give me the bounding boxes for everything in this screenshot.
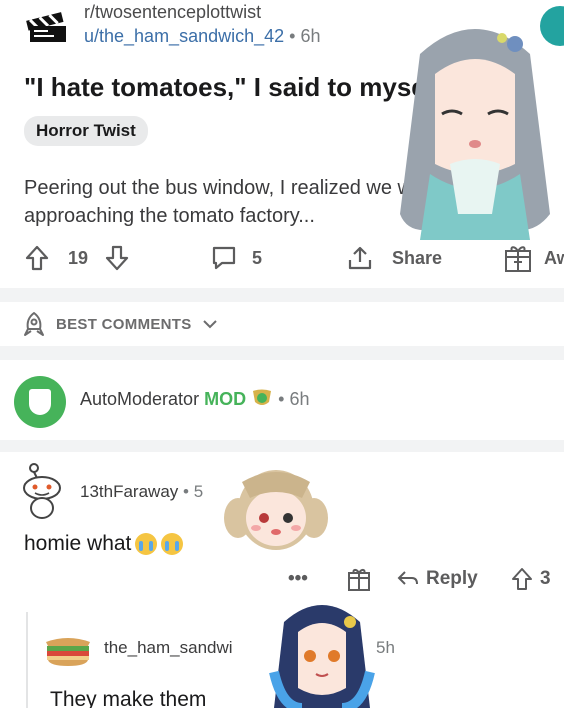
sandwich-avatar-icon[interactable] — [42, 634, 94, 668]
comment-header: 13thFaraway • 5 — [80, 482, 203, 502]
sort-comments-button[interactable]: BEST COMMENTS — [22, 310, 218, 338]
reply-arrow-icon — [397, 571, 418, 585]
post-flair[interactable]: Horror Twist — [24, 116, 148, 146]
clapperboard-icon[interactable] — [24, 6, 70, 46]
rocket-icon — [24, 312, 44, 336]
upvote-button[interactable]: 3 — [510, 564, 551, 594]
comment-header: AutoModerator MOD • 6h — [80, 388, 309, 410]
shield-badge-icon — [253, 389, 272, 405]
comment-text: homie what — [24, 532, 132, 555]
downvote-button[interactable] — [104, 242, 130, 274]
vote-count: 3 — [540, 568, 551, 589]
gift-icon[interactable] — [502, 243, 534, 273]
sort-label: BEST COMMENTS — [56, 315, 192, 333]
comments-button[interactable] — [210, 242, 238, 274]
crying-emoji-icon — [161, 533, 184, 555]
comment-age: 5 — [193, 482, 204, 501]
section-divider — [0, 440, 564, 452]
comment-author[interactable]: AutoModerator — [80, 389, 199, 409]
reply-label: Reply — [426, 568, 478, 589]
mod-badge: MOD — [204, 389, 247, 409]
automod-avatar[interactable] — [14, 376, 66, 428]
author-link[interactable]: u/the_ham_sandwich_42 — [84, 26, 284, 46]
downvote-icon[interactable] — [104, 244, 130, 272]
section-divider — [0, 346, 564, 360]
comment-bubble-icon[interactable] — [210, 244, 238, 272]
comment-age: 6h — [289, 389, 310, 409]
vote-count: 19 — [68, 247, 89, 268]
comment-body: homie what — [24, 532, 184, 556]
comment-automoderator: AutoModerator MOD • 6h — [0, 360, 564, 440]
comment-text: They make them — [50, 688, 207, 708]
gift-icon[interactable] — [346, 566, 372, 592]
upvote-icon[interactable] — [510, 566, 534, 592]
meta-separator: • — [278, 389, 290, 409]
subreddit-name[interactable]: r/twosentenceplottwist — [84, 2, 261, 23]
author-line: u/the_ham_sandwich_42 • 6h — [84, 26, 321, 47]
chevron-down-icon — [202, 320, 217, 329]
comment-count: 5 — [252, 247, 263, 268]
share-button[interactable] — [346, 242, 374, 274]
reply-button[interactable]: Reply — [396, 564, 478, 594]
snoo-avatar-icon[interactable] — [16, 460, 68, 520]
comment-author[interactable]: the_ham_sandwi — [104, 638, 233, 658]
blue-hair-girl-sticker — [269, 605, 375, 708]
more-options-button[interactable]: ••• — [288, 564, 308, 594]
thread-line[interactable] — [26, 612, 28, 708]
upvote-button[interactable] — [24, 242, 50, 274]
crying-emoji-icon — [135, 533, 158, 555]
post-card: r/twosentenceplottwist u/the_ham_sandwic… — [0, 0, 564, 288]
award-button[interactable] — [346, 564, 372, 594]
post-age: 6h — [300, 26, 321, 46]
section-divider — [0, 288, 564, 302]
award-label[interactable]: Aw — [544, 242, 564, 274]
anime-girl-sticker — [400, 29, 550, 240]
comment-action-bar: ••• Reply 3 — [0, 564, 564, 594]
sort-bar: BEST COMMENTS — [0, 302, 564, 346]
share-label[interactable]: Share — [392, 242, 442, 274]
upvote-icon[interactable] — [24, 244, 50, 272]
meta-separator: • — [284, 26, 301, 46]
comment-author[interactable]: 13thFaraway — [80, 482, 178, 501]
chibi-girl-sticker — [224, 470, 328, 550]
share-icon[interactable] — [346, 244, 374, 272]
award-button[interactable] — [502, 242, 534, 274]
meta-separator: • — [178, 482, 194, 501]
